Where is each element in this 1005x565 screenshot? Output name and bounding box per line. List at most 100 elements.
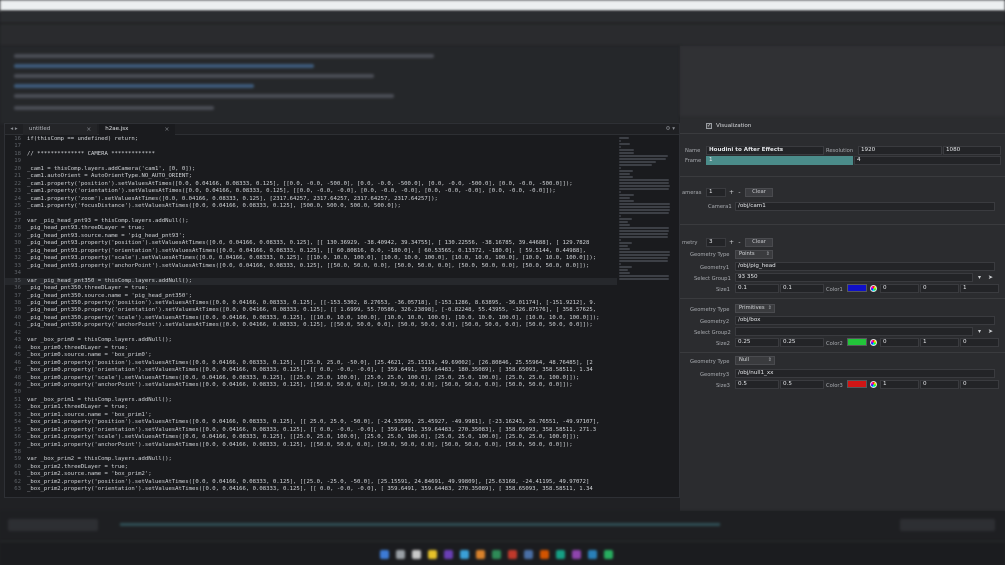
color-wheel-icon[interactable] <box>870 339 877 346</box>
code-line[interactable]: 59 var _box_prim2 = thisComp.layers.addNu… <box>5 456 617 463</box>
color1-g-field[interactable]: 0 <box>920 284 959 293</box>
select-group2-field[interactable] <box>735 327 973 336</box>
code-line[interactable]: 38 _pig_head_pnt350.property('position').… <box>5 300 617 307</box>
code-line[interactable]: 32 _pig_head_pnt93.property('scale').setV… <box>5 255 617 262</box>
code-line[interactable]: 18 // ************** CAMERA ************* <box>5 151 617 158</box>
code-line[interactable]: 37 _pig_head_pnt350.source.name = 'pig_he… <box>5 293 617 300</box>
code-line[interactable]: 40 _pig_head_pnt350.property('scale').set… <box>5 315 617 322</box>
taskbar-app-icon[interactable] <box>524 550 533 559</box>
code-line[interactable]: 51 var _box_prim1 = thisComp.layers.addNu… <box>5 397 617 404</box>
color2-g-field[interactable]: 1 <box>920 338 959 347</box>
close-icon[interactable]: × <box>164 126 169 133</box>
geometry-count-field[interactable]: 3 <box>706 238 726 247</box>
taskbar-app-icon[interactable] <box>412 550 421 559</box>
code-line[interactable]: 62 _box_prim2.property('position').setVal… <box>5 479 617 486</box>
minimap[interactable] <box>619 136 675 336</box>
color-wheel-icon[interactable] <box>870 381 877 388</box>
code-line[interactable]: 43 var _box_prim0 = thisComp.layers.addNu… <box>5 337 617 344</box>
code-line[interactable]: 55 _box_prim1.property('orientation').set… <box>5 427 617 434</box>
code-line[interactable]: 26 <box>5 211 617 218</box>
code-line[interactable]: 19 <box>5 158 617 165</box>
tab-h2ae-jsx[interactable]: h2ae.jsx × <box>99 123 176 135</box>
code-line[interactable]: 39 _pig_head_pnt350.property('orientation… <box>5 307 617 314</box>
geometry1-path-field[interactable]: /obj/pig_head <box>735 262 995 271</box>
remove-geometry-button[interactable]: - <box>735 238 744 247</box>
taskbar-app-icon[interactable] <box>588 550 597 559</box>
tab-nav-arrows-icon[interactable]: ◂ ▸ <box>5 126 23 132</box>
color3-r-field[interactable]: 1 <box>880 380 919 389</box>
code-line[interactable]: 52 _box_prim1.threeDLayer = true; <box>5 404 617 411</box>
name-field[interactable]: Houdini to After Effects <box>706 146 824 155</box>
code-line[interactable]: 29 _pig_head_pnt93.source.name = 'pig_hea… <box>5 233 617 240</box>
geometry-type3-select[interactable]: Null ⇕ <box>735 356 775 365</box>
code-line[interactable]: 61 _box_prim2.source.name = 'box_prim2'; <box>5 471 617 478</box>
code-line[interactable]: 16 if(thisComp == undefined) return; <box>5 136 617 143</box>
color2-r-field[interactable]: 0 <box>880 338 919 347</box>
code-line[interactable]: 34 <box>5 270 617 277</box>
code-line[interactable]: 63 _box_prim2.property('orientation').set… <box>5 486 617 493</box>
code-line[interactable]: 27 var _pig_head_pnt93 = thisComp.layers.… <box>5 218 617 225</box>
frame-start-field[interactable]: 1 <box>706 156 853 165</box>
taskbar-app-icon[interactable] <box>508 550 517 559</box>
color2-b-field[interactable]: 0 <box>960 338 999 347</box>
chevron-down-icon[interactable]: ▾ <box>975 327 984 336</box>
camera1-path-field[interactable]: /obj/cam1 <box>735 202 995 211</box>
size1-y-field[interactable]: 0.1 <box>780 284 824 293</box>
color3-swatch[interactable] <box>847 380 867 388</box>
color1-swatch[interactable] <box>847 284 867 292</box>
size1-x-field[interactable]: 0.1 <box>735 284 779 293</box>
code-line[interactable]: 47 _box_prim0.property('orientation').set… <box>5 367 617 374</box>
geometry-type1-select[interactable]: Points ⇕ <box>735 250 773 259</box>
code-line[interactable]: 35 var _pig_head_pnt350 = thisComp.layers… <box>5 277 617 286</box>
select-arrow-icon[interactable]: ➤ <box>986 273 995 282</box>
color3-b-field[interactable]: 0 <box>960 380 999 389</box>
resolution-width-field[interactable]: 1920 <box>858 146 942 155</box>
color3-g-field[interactable]: 0 <box>920 380 959 389</box>
code-line[interactable]: 60 _box_prim2.threeDLayer = true; <box>5 464 617 471</box>
geometry3-path-field[interactable]: /obj/null1_xx <box>735 369 995 378</box>
code-line[interactable]: 41 _pig_head_pnt350.property('anchorPoint… <box>5 322 617 329</box>
geometry2-path-field[interactable]: /obj/box <box>735 316 995 325</box>
code-line[interactable]: 31 _pig_head_pnt93.property('orientation'… <box>5 248 617 255</box>
code-line[interactable]: 28 _pig_head_pnt93.threeDLayer = true; <box>5 225 617 232</box>
editor-options-icon[interactable]: ⚙ ▾ <box>666 126 675 132</box>
code-line[interactable]: 45 _box_prim0.source.name = 'box_prim0'; <box>5 352 617 359</box>
visualization-toggle[interactable]: ✓ Visualization <box>706 123 751 129</box>
code-line[interactable]: 49 _box_prim0.property('anchorPoint').set… <box>5 382 617 389</box>
taskbar-app-icon[interactable] <box>492 550 501 559</box>
size2-y-field[interactable]: 0.25 <box>780 338 824 347</box>
close-icon[interactable]: × <box>86 126 91 133</box>
clear-geometry-button[interactable]: Clear <box>745 238 773 247</box>
code-area[interactable]: 16 if(thisComp == undefined) return; 17 18 /… <box>5 136 617 496</box>
code-line[interactable]: 36 _pig_head_pnt350.threeDLayer = true; <box>5 285 617 292</box>
code-line[interactable]: 44 _box_prim0.threeDLayer = true; <box>5 345 617 352</box>
taskbar-app-icon[interactable] <box>396 550 405 559</box>
color1-r-field[interactable]: 0 <box>880 284 919 293</box>
size3-x-field[interactable]: 0.5 <box>735 380 779 389</box>
size3-y-field[interactable]: 0.5 <box>780 380 824 389</box>
tab-untitled[interactable]: untitled × <box>23 123 98 135</box>
code-line[interactable]: 20 _cam1 = thisComp.layers.addCamera('cam… <box>5 166 617 173</box>
code-line[interactable]: 22 _cam1.property('position').setValuesAt… <box>5 181 617 188</box>
frame-end-field[interactable]: 4 <box>854 156 1001 165</box>
taskbar-app-icon[interactable] <box>604 550 613 559</box>
taskbar-app-icon[interactable] <box>476 550 485 559</box>
code-line[interactable]: 42 <box>5 330 617 337</box>
taskbar-app-icon[interactable] <box>460 550 469 559</box>
cameras-count-field[interactable]: 1 <box>706 188 726 197</box>
clear-cameras-button[interactable]: Clear <box>745 188 773 197</box>
code-line[interactable]: 58 <box>5 449 617 456</box>
code-line[interactable]: 21 _cam1.autoOrient = AutoOrientType.NO_A… <box>5 173 617 180</box>
chevron-down-icon[interactable]: ▾ <box>975 273 984 282</box>
code-line[interactable]: 25 _cam1.property('focusDistance').setVal… <box>5 203 617 210</box>
select-arrow-icon[interactable]: ➤ <box>986 327 995 336</box>
taskbar-app-icon[interactable] <box>380 550 389 559</box>
checkbox-icon[interactable]: ✓ <box>706 123 712 129</box>
timeline[interactable] <box>0 511 1005 541</box>
code-line[interactable]: 17 <box>5 143 617 150</box>
taskbar-app-icon[interactable] <box>556 550 565 559</box>
taskbar-app-icon[interactable] <box>428 550 437 559</box>
geometry-type2-select[interactable]: Primitives ⇕ <box>735 304 775 313</box>
code-line[interactable]: 46 _box_prim0.property('position').setVal… <box>5 360 617 367</box>
taskbar-app-icon[interactable] <box>444 550 453 559</box>
